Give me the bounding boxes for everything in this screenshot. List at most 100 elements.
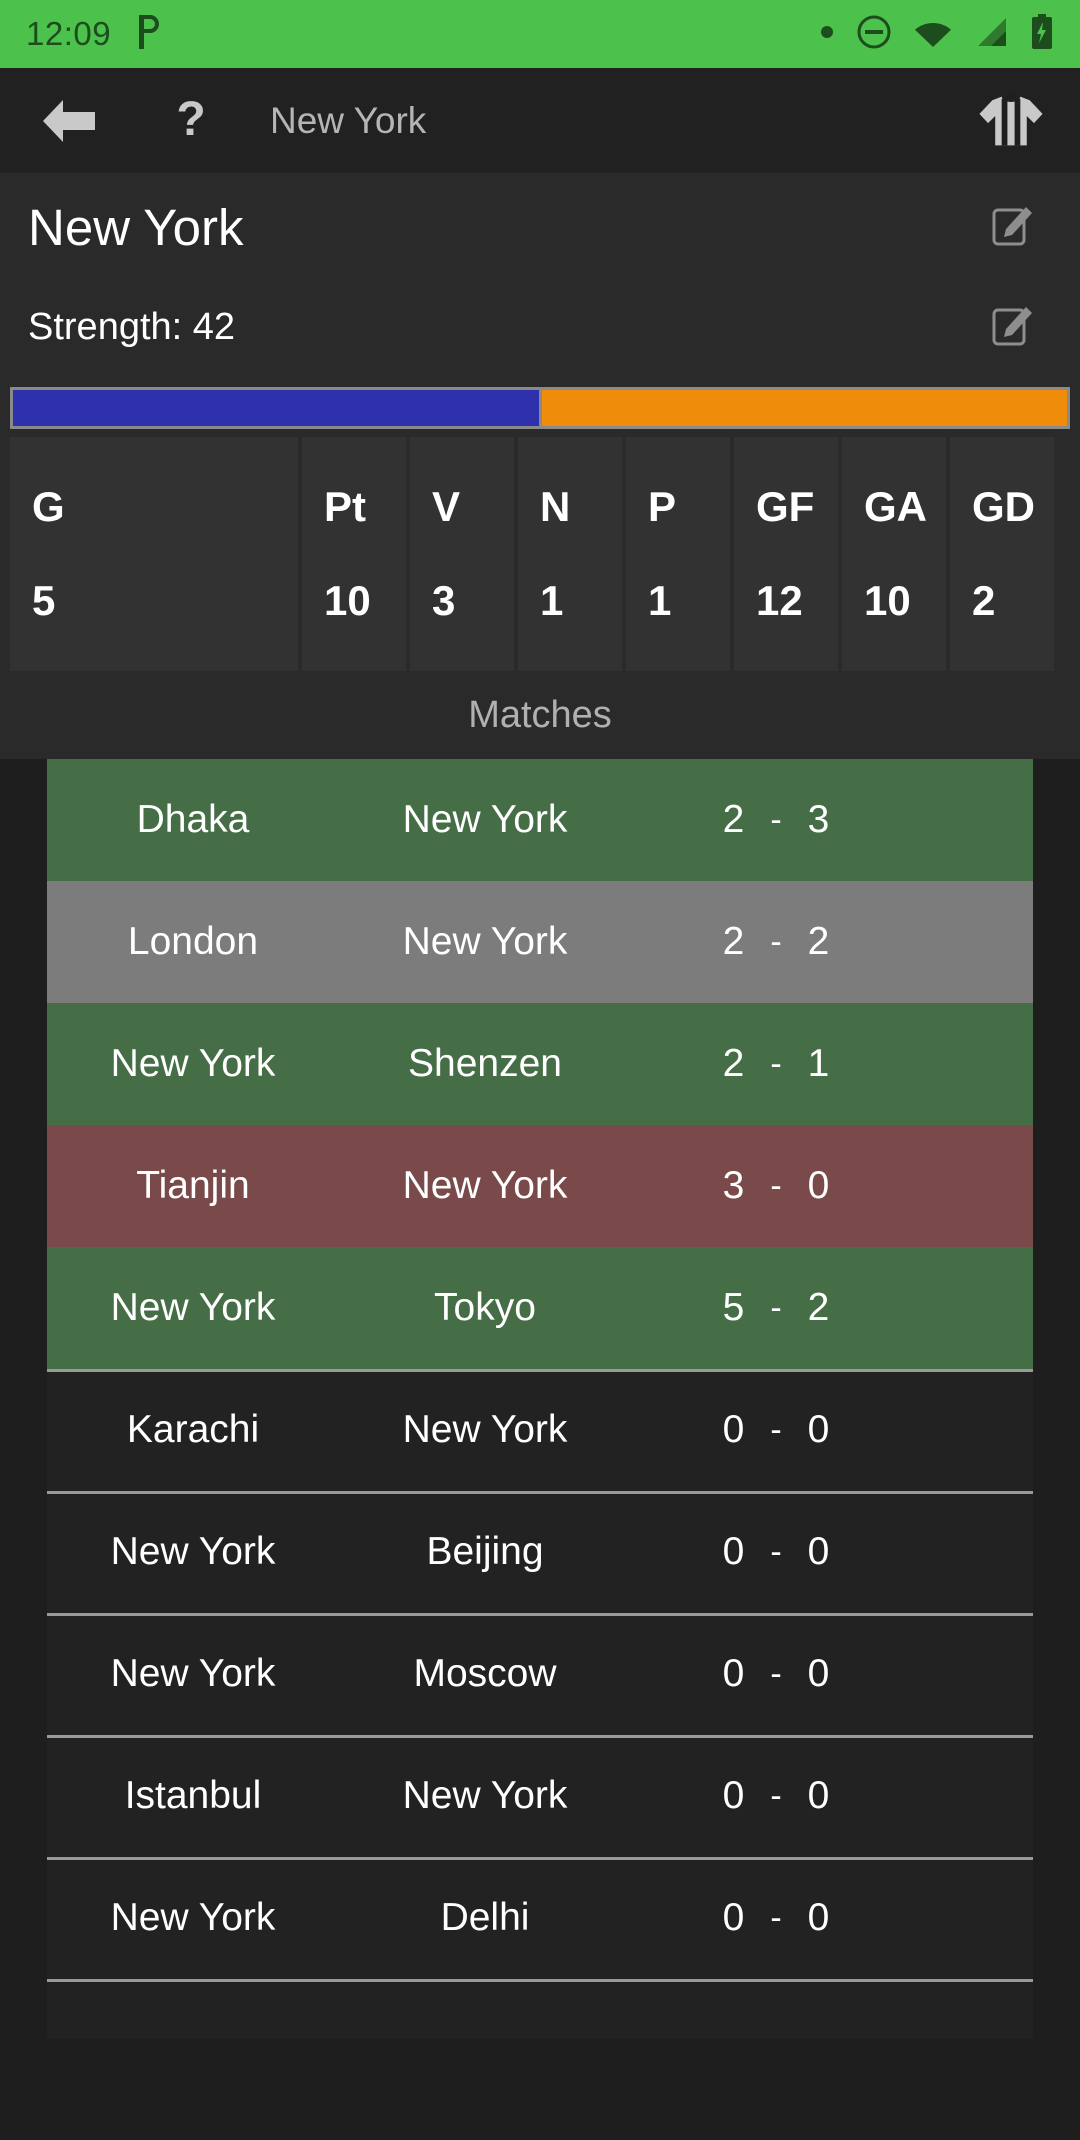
matches-list[interactable]: Dhaka New York 2-3 London New York 2-2 New Yor… <box>0 759 1080 2039</box>
stats-table: G 5 Pt 10 V 3 N 1 P 1 GF 12 GA 10 GD 2 <box>10 437 1070 671</box>
question-mark-icon[interactable]: ? <box>158 88 224 154</box>
stats-value-cell: 1 <box>540 577 564 624</box>
stats-column-v: V3 <box>410 437 514 671</box>
stats-value-cell: 10 <box>324 577 371 624</box>
match-away-team: Beijing <box>426 1530 544 1573</box>
stats-header-cell: P <box>648 483 677 530</box>
match-row[interactable]: Dhaka New York 2-3 <box>47 759 1033 881</box>
stats-header-cell: GD <box>972 483 1035 530</box>
status-bar-right <box>820 13 1054 55</box>
stats-header-cell: GA <box>864 483 927 530</box>
match-score: 0-0 <box>631 1408 921 1452</box>
match-home-score: 5 <box>722 1286 745 1329</box>
stats-value-cell: 5 <box>32 577 56 624</box>
match-row[interactable]: Istanbul New York 0-0 <box>47 1735 1033 1857</box>
striped-jersey-icon[interactable] <box>978 88 1044 154</box>
match-away-team: Shenzen <box>408 1042 562 1085</box>
strength-label: Strength: 42 <box>28 305 236 348</box>
match-home-team: New York <box>110 1530 276 1573</box>
match-away-score: 0 <box>807 1896 830 1939</box>
stats-value-cell: 10 <box>864 577 911 624</box>
match-row[interactable]: New York Tokyo 5-2 <box>47 1247 1033 1369</box>
stats-column-p: P1 <box>626 437 730 671</box>
match-away-score: 0 <box>807 1408 830 1451</box>
match-score: 3-0 <box>631 1164 921 1208</box>
match-score-separator: - <box>770 922 782 961</box>
match-row[interactable]: Tianjin New York 3-0 <box>47 1125 1033 1247</box>
app-bar-title: New York <box>270 99 427 141</box>
stats-header-cell: N <box>540 483 571 530</box>
match-row[interactable]: Karachi New York 0-0 <box>47 1369 1033 1491</box>
match-row-partial[interactable] <box>47 1979 1033 2039</box>
edit-strength-icon[interactable] <box>988 303 1036 351</box>
match-away-team: New York <box>402 1164 568 1207</box>
match-score: 0-0 <box>631 1530 921 1574</box>
kit-color-bar[interactable] <box>10 387 1070 429</box>
match-home-score: 0 <box>722 1774 745 1817</box>
match-score: 2-2 <box>631 920 921 964</box>
match-score: 2-3 <box>631 798 921 842</box>
svg-text:?: ? <box>176 95 205 146</box>
wifi-icon <box>914 17 952 52</box>
stats-table-wrap: G 5 Pt 10 V 3 N 1 P 1 GF 12 GA 10 GD 2 <box>0 429 1080 671</box>
match-away-score: 1 <box>807 1042 830 1085</box>
match-score-separator: - <box>770 1776 782 1815</box>
team-name-row: New York <box>0 173 1080 281</box>
status-bar: 12:09 <box>0 0 1080 68</box>
match-score-separator: - <box>770 1532 782 1571</box>
match-score: 0-0 <box>631 1652 921 1696</box>
app-bar: ? New York <box>0 68 1080 173</box>
match-row[interactable]: New York Shenzen 2-1 <box>47 1003 1033 1125</box>
match-away-score: 2 <box>807 920 830 963</box>
stats-header-cell: Pt <box>324 483 366 530</box>
match-row[interactable]: London New York 2-2 <box>47 881 1033 1003</box>
match-home-team: Dhaka <box>136 798 250 841</box>
cellular-signal-icon <box>974 17 1008 52</box>
match-home-team: New York <box>110 1286 276 1329</box>
kit-color-bar-wrap <box>0 373 1080 429</box>
stats-header-cell: GF <box>756 483 815 530</box>
match-row[interactable]: New York Delhi 0-0 <box>47 1857 1033 1979</box>
stats-value-cell: 2 <box>972 577 996 624</box>
page-title: New York <box>28 198 244 256</box>
stats-column-g: G5 <box>10 437 298 671</box>
dot-icon <box>820 25 834 44</box>
match-score: 0-0 <box>631 1896 921 1940</box>
match-away-team: New York <box>402 1774 568 1817</box>
match-row[interactable]: New York Beijing 0-0 <box>47 1491 1033 1613</box>
match-home-team: Karachi <box>126 1408 260 1451</box>
edit-team-name-icon[interactable] <box>988 203 1036 251</box>
match-score-separator: - <box>770 1044 782 1083</box>
kit-color-secondary <box>541 390 1067 426</box>
match-away-team: New York <box>402 920 568 963</box>
match-away-team: New York <box>402 1408 568 1451</box>
stats-value-cell: 1 <box>648 577 672 624</box>
stats-column-gd: GD 2 <box>950 437 1054 671</box>
status-bar-left: 12:09 <box>26 14 163 54</box>
match-home-score: 0 <box>722 1896 745 1939</box>
stats-column-pt: Pt 10 <box>302 437 406 671</box>
match-home-score: 3 <box>722 1164 745 1207</box>
pocketcasts-p-icon <box>135 14 163 54</box>
match-score: 5-2 <box>631 1286 921 1330</box>
match-away-score: 0 <box>807 1774 830 1817</box>
match-home-team: New York <box>110 1896 276 1939</box>
match-home-team: Tianjin <box>136 1164 250 1207</box>
match-row[interactable]: New York Moscow 0-0 <box>47 1613 1033 1735</box>
match-score-separator: - <box>770 1654 782 1693</box>
stats-value-cell: 3 <box>432 577 456 624</box>
match-away-team: New York <box>402 798 568 841</box>
match-score: 2-1 <box>631 1042 921 1086</box>
battery-charging-icon <box>1030 13 1054 55</box>
match-away-score: 3 <box>807 798 830 841</box>
match-score-separator: - <box>770 800 782 839</box>
match-home-score: 2 <box>722 798 745 841</box>
stats-header-cell: G <box>32 483 65 530</box>
stats-value-cell: 12 <box>756 577 803 624</box>
stats-column-ga: GA 10 <box>842 437 946 671</box>
match-score-separator: - <box>770 1166 782 1205</box>
matches-section-header: Matches <box>0 671 1080 759</box>
match-away-score: 0 <box>807 1652 830 1695</box>
back-arrow-icon[interactable] <box>36 88 102 154</box>
match-away-score: 2 <box>807 1286 830 1329</box>
